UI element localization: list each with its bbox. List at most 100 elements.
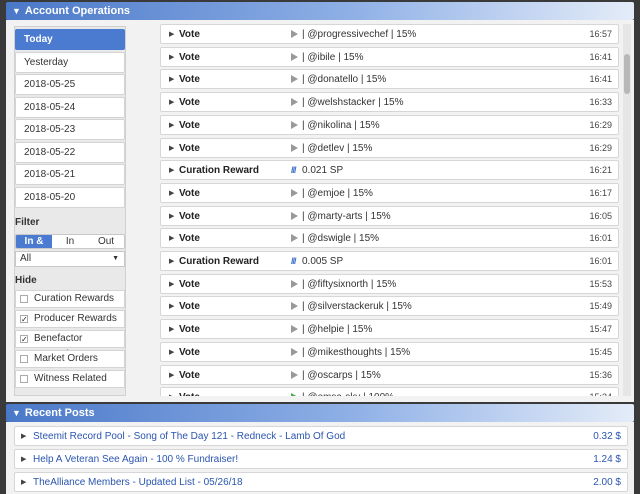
hide-option[interactable]: ✓Benefactor Rewards [15, 330, 125, 360]
panel-title: Recent Posts [24, 407, 95, 419]
hide-option[interactable]: Witness Related [15, 370, 125, 388]
expand-arrow-icon[interactable]: ▶ [169, 343, 174, 362]
post-title-link[interactable]: Steemit Record Pool - Song of The Day 12… [33, 427, 345, 446]
operation-type: Vote [179, 388, 200, 396]
expand-arrow-icon[interactable]: ▶ [169, 184, 174, 203]
ops-scrollbar[interactable] [623, 24, 631, 396]
operation-type: Curation Reward [179, 256, 260, 267]
type-select[interactable]: All ▼ [15, 251, 125, 267]
operation-row[interactable]: ▶ Vote | @silverstackeruk | 15% 15:49 [160, 296, 619, 317]
operation-type: Vote [179, 142, 200, 154]
operation-detail: | @marty-arts | 15% [302, 210, 391, 222]
operation-row[interactable]: ▶ Vote | @dswigle | 15% 16:01 [160, 228, 619, 249]
operation-row[interactable]: ▶ Vote | @emsa-sky | 100% 15:34 [160, 387, 619, 396]
account-operations-header[interactable]: ▼ Account Operations [6, 2, 634, 20]
expand-arrow-icon[interactable]: ▶ [169, 48, 174, 67]
play-icon [291, 393, 298, 396]
checkbox-icon[interactable] [20, 295, 28, 303]
operation-detail: | @emjoe | 15% [302, 187, 373, 199]
operation-row[interactable]: ▶ Vote | @fiftysixnorth | 15% 15:53 [160, 273, 619, 294]
operation-row[interactable]: ▶ Curation Reward /// 0.021 SP 16:21 [160, 160, 619, 181]
operation-type: Vote [179, 369, 200, 381]
expand-arrow-icon[interactable]: ▶ [169, 275, 174, 294]
hide-option[interactable]: Market Orders [15, 350, 125, 368]
date-button[interactable]: 2018-05-22 [15, 141, 125, 163]
operation-type: Vote [179, 324, 200, 336]
expand-arrow-icon[interactable]: ▶ [21, 427, 26, 446]
operation-row[interactable]: ▶ Vote | @marty-arts | 15% 16:05 [160, 205, 619, 226]
direction-filter: In & OutInOut [15, 234, 125, 249]
filter-option[interactable]: In & Out [16, 235, 52, 248]
expand-arrow-icon[interactable]: ▶ [21, 473, 26, 492]
hide-option-label: Producer Rewards [34, 313, 117, 324]
expand-arrow-icon[interactable]: ▶ [169, 116, 174, 135]
hide-label: Hide [15, 275, 37, 286]
operation-row[interactable]: ▶ Vote | @mikesthoughts | 15% 15:45 [160, 341, 619, 362]
expand-arrow-icon[interactable]: ▶ [21, 450, 26, 469]
post-payout: 0.32 $ [593, 431, 621, 442]
operation-row[interactable]: ▶ Vote | @oscarps | 15% 15:36 [160, 364, 619, 385]
expand-arrow-icon[interactable]: ▶ [169, 93, 174, 112]
expand-arrow-icon[interactable]: ▶ [169, 252, 174, 271]
operation-row[interactable]: ▶ Vote | @helpie | 15% 15:47 [160, 319, 619, 340]
filter-option[interactable]: In [52, 235, 88, 248]
date-button[interactable]: 2018-05-25 [15, 74, 125, 95]
post-row[interactable]: ▶ TheAlliance Members - Updated List - 05… [14, 472, 628, 492]
operation-row[interactable]: ▶ Vote | @welshstacker | 15% 16:33 [160, 92, 619, 113]
operation-row[interactable]: ▶ Curation Reward /// 0.005 SP 16:01 [160, 251, 619, 271]
expand-arrow-icon[interactable]: ▶ [169, 207, 174, 226]
play-icon [291, 120, 298, 129]
account-operations-panel: Today Yesterday 2018-05-25 2018-05-24 2018-0… [6, 20, 634, 402]
operation-row[interactable]: ▶ Vote | @donatello | 15% 16:41 [160, 69, 619, 90]
steem-icon: /// [291, 165, 296, 176]
operation-row[interactable]: ▶ Vote | @nikolina | 15% 16:29 [160, 114, 619, 135]
expand-arrow-icon[interactable]: ▶ [169, 320, 174, 339]
operation-detail: | @nikolina | 15% [302, 119, 380, 131]
operation-row[interactable]: ▶ Vote | @ibile | 15% 16:41 [160, 46, 619, 67]
play-icon [291, 52, 298, 61]
hide-option[interactable]: ✓ Producer Rewards [15, 310, 125, 328]
checkbox-icon[interactable] [20, 355, 28, 363]
expand-arrow-icon[interactable]: ▶ [169, 25, 174, 44]
expand-arrow-icon[interactable]: ▶ [169, 297, 174, 316]
post-title-link[interactable]: TheAlliance Members - Updated List - 05/… [33, 473, 243, 492]
post-title-link[interactable]: Help A Veteran See Again - 100 % Fundrai… [33, 450, 238, 469]
date-button[interactable]: 2018-05-23 [15, 119, 125, 140]
expand-arrow-icon[interactable]: ▶ [169, 366, 174, 385]
operation-detail: | @oscarps | 15% [302, 369, 381, 381]
hide-option-label: Curation Rewards [34, 293, 115, 304]
ops-sidebar: Today Yesterday 2018-05-25 2018-05-24 2018-0… [14, 26, 126, 396]
operation-detail: | @progressivechef | 15% [302, 29, 417, 40]
post-row[interactable]: ▶ Steemit Record Pool - Song of The Day 1… [14, 426, 628, 446]
operation-time: 15:36 [589, 369, 612, 380]
operation-type: Vote [179, 233, 200, 245]
date-button[interactable]: Today [15, 29, 125, 50]
date-button[interactable]: 2018-05-21 [15, 164, 125, 185]
checkbox-icon[interactable] [20, 375, 28, 383]
play-icon [291, 279, 298, 288]
operation-type: Vote [179, 51, 200, 63]
operation-type: Vote [179, 74, 200, 86]
checkbox-checked-icon[interactable]: ✓ [20, 315, 28, 324]
collapse-triangle-icon: ▼ [12, 408, 21, 418]
expand-arrow-icon[interactable]: ▶ [169, 70, 174, 89]
expand-arrow-icon[interactable]: ▶ [169, 161, 174, 180]
checkbox-checked-icon[interactable]: ✓ [20, 335, 28, 344]
post-row[interactable]: ▶ Help A Veteran See Again - 100 % Fundra… [14, 449, 628, 469]
expand-arrow-icon[interactable]: ▶ [169, 229, 174, 248]
scroll-thumb[interactable] [624, 54, 630, 94]
play-icon [291, 30, 298, 38]
operation-time: 16:33 [589, 97, 612, 108]
date-button[interactable]: Yesterday [15, 51, 125, 73]
expand-arrow-icon[interactable]: ▶ [169, 388, 174, 396]
recent-posts-header[interactable]: ▼ Recent Posts [6, 404, 634, 422]
date-button[interactable]: 2018-05-24 [15, 96, 125, 118]
operation-row[interactable]: ▶ Vote | @detlev | 15% 16:29 [160, 137, 619, 158]
date-button[interactable]: 2018-05-20 [15, 186, 125, 208]
expand-arrow-icon[interactable]: ▶ [169, 139, 174, 158]
hide-option[interactable]: Curation Rewards [15, 290, 125, 308]
operation-row[interactable]: ▶ Vote | @emjoe | 15% 16:17 [160, 182, 619, 203]
filter-option[interactable]: Out [88, 235, 124, 248]
operation-detail: | @mikesthoughts | 15% [302, 346, 411, 358]
operation-row[interactable]: ▶ Vote | @progressivechef | 15% 16:57 [160, 24, 619, 44]
